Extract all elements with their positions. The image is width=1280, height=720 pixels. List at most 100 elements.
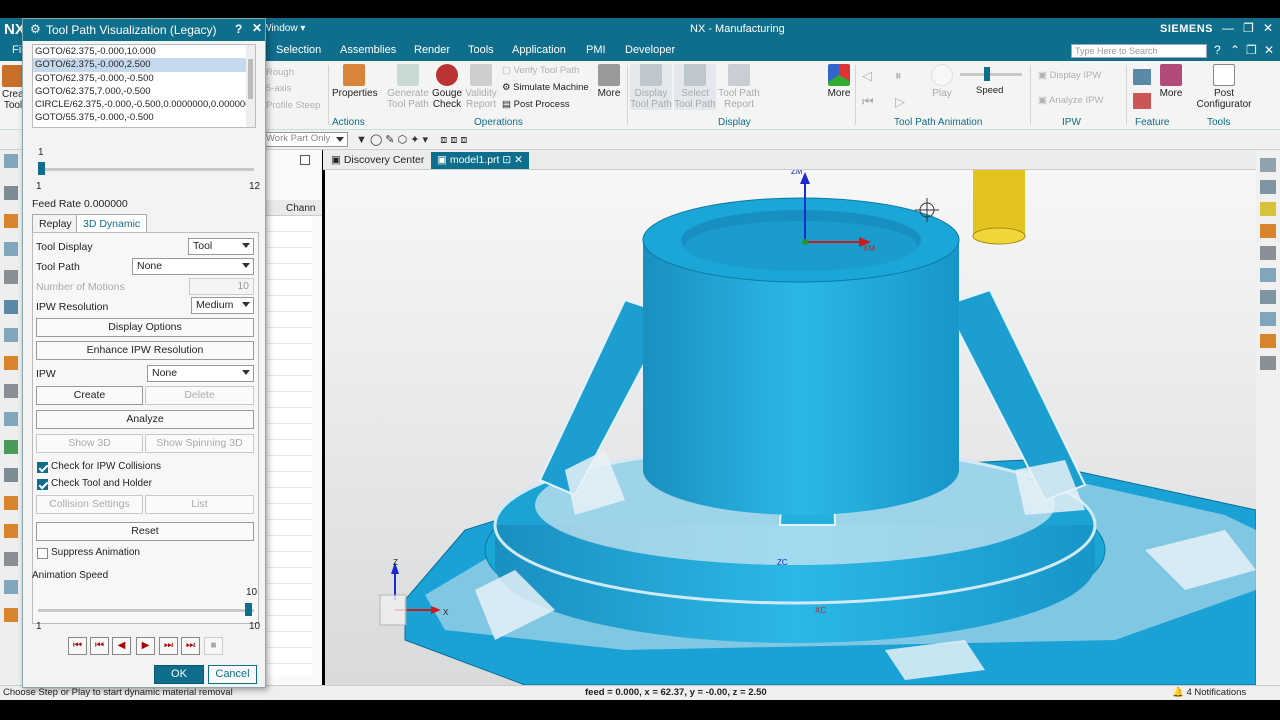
more-feature-button[interactable]: More bbox=[1156, 64, 1186, 99]
history-icon[interactable] bbox=[4, 356, 18, 370]
analyze-button[interactable]: Analyze bbox=[36, 410, 254, 429]
check-tool-holder-checkbox[interactable] bbox=[37, 479, 48, 490]
tab-discovery-center[interactable]: ▣ Discovery Center bbox=[325, 152, 430, 169]
machine-tool-navigator-icon[interactable] bbox=[4, 328, 18, 342]
graphics-viewport[interactable]: ZM XM ZC XC Z X bbox=[325, 170, 1256, 685]
simulate-machine-button[interactable]: ⚙ Simulate Machine bbox=[502, 82, 589, 93]
menu-developer[interactable]: Developer bbox=[625, 44, 675, 56]
list-scrollbar[interactable] bbox=[246, 45, 255, 127]
feature-icon[interactable] bbox=[1133, 69, 1151, 85]
list-item[interactable]: GOTO/55.375,-0.000,-0.500 bbox=[33, 111, 255, 124]
menu-application[interactable]: Application bbox=[512, 44, 566, 56]
orient-view-icon[interactable] bbox=[1260, 268, 1276, 282]
reset-button[interactable]: Reset bbox=[36, 522, 254, 541]
rewind-icon[interactable]: ⏮ bbox=[862, 94, 874, 110]
forward-icon[interactable]: ▷ bbox=[895, 94, 905, 110]
number-of-motions-field[interactable]: 10 bbox=[189, 278, 254, 295]
list-item[interactable]: GOTO/62.375,-0.000,-0.500 bbox=[33, 72, 255, 85]
menu-selection[interactable]: Selection bbox=[276, 44, 321, 56]
dialog-settings-icon[interactable]: ⚙ bbox=[30, 22, 41, 36]
teamcenter-icon[interactable] bbox=[4, 524, 18, 538]
speed-slider-thumb[interactable] bbox=[984, 67, 990, 81]
search-input[interactable]: Type Here to Search bbox=[1071, 44, 1207, 58]
enhance-ipw-resolution-button[interactable]: Enhance IPW Resolution bbox=[36, 341, 254, 360]
close-doc-icon[interactable]: ✕ bbox=[1264, 43, 1274, 57]
tab-model1[interactable]: ▣ model1.prt ⊡ ✕ bbox=[431, 152, 529, 169]
shaded-icon[interactable] bbox=[1260, 224, 1276, 238]
palette-icon[interactable] bbox=[4, 440, 18, 454]
step-slider[interactable] bbox=[38, 168, 254, 171]
selection-filter-dropdown[interactable]: Work Part Only bbox=[262, 132, 348, 147]
collapse-ribbon-icon[interactable]: ⌃ bbox=[1230, 43, 1240, 57]
list-item[interactable]: GOTO/62.375,-0.000,10.000 bbox=[33, 45, 255, 58]
list-item[interactable]: GOTO/62.375,7.000,-0.500 bbox=[33, 85, 255, 98]
display-options-button[interactable]: Display Options bbox=[36, 318, 254, 337]
material-icon[interactable] bbox=[1260, 334, 1276, 348]
select-tool-path-button[interactable]: Select Tool Path bbox=[674, 64, 716, 110]
operation-navigator-icon[interactable] bbox=[4, 300, 18, 314]
display-tool-path-button[interactable]: Display Tool Path bbox=[630, 64, 672, 110]
menu-tools[interactable]: Tools bbox=[468, 44, 494, 56]
restore-doc-icon[interactable]: ❐ bbox=[1246, 43, 1257, 57]
help-icon[interactable]: ? bbox=[1214, 43, 1221, 57]
rough-button[interactable]: Rough bbox=[266, 67, 294, 78]
more-operations-button[interactable]: More bbox=[592, 64, 626, 99]
menu-pmi[interactable]: PMI bbox=[586, 44, 606, 56]
feature-process-icon[interactable] bbox=[1133, 93, 1151, 109]
process-studio-icon[interactable] bbox=[4, 496, 18, 510]
previous-operation-icon[interactable]: ⏮ bbox=[90, 637, 109, 655]
analyze-ipw-button[interactable]: ▣ Analyze IPW bbox=[1038, 95, 1103, 106]
tool-display-dropdown[interactable]: Tool bbox=[188, 238, 254, 255]
wireframe-icon[interactable] bbox=[1260, 246, 1276, 260]
verify-tool-path-button[interactable]: ▢ Verify Tool Path bbox=[502, 65, 579, 76]
settings-icon[interactable] bbox=[4, 154, 18, 168]
properties-button[interactable]: Properties bbox=[332, 64, 378, 99]
pause-icon[interactable]: ⏸ bbox=[895, 68, 902, 84]
ok-button[interactable]: OK bbox=[154, 665, 204, 684]
list-button[interactable]: List bbox=[145, 495, 254, 514]
five-axis-button[interactable]: 5-axis bbox=[266, 83, 291, 94]
more-display-button[interactable]: More bbox=[822, 64, 856, 99]
post-process-button[interactable]: ▤ Post Process bbox=[502, 99, 570, 110]
step-back-icon[interactable]: ◁ bbox=[862, 68, 872, 84]
validity-report-button[interactable]: Validity Report bbox=[464, 64, 498, 110]
list-item-selected[interactable]: GOTO/62.375,-0.000,2.500 bbox=[33, 58, 255, 72]
snap-tools-icons[interactable]: ▼ ◯ ✎ ⬡ ✦ ▾ ⧈ ⧈ ⧈ bbox=[356, 133, 467, 147]
go-to-start-icon[interactable]: ⏮ bbox=[68, 637, 87, 655]
delete-button[interactable]: Delete bbox=[145, 386, 254, 405]
window-menu[interactable]: Window ▾ bbox=[262, 23, 305, 34]
show-spinning-3d-button[interactable]: Show Spinning 3D bbox=[145, 434, 254, 453]
notifications-button[interactable]: 🔔 4 Notifications bbox=[1172, 687, 1246, 698]
tool-path-report-button[interactable]: Tool Path Report bbox=[718, 64, 760, 110]
tab-replay[interactable]: Replay bbox=[32, 214, 79, 233]
minimize-icon[interactable]: — bbox=[1222, 21, 1234, 35]
roles-icon[interactable] bbox=[4, 384, 18, 398]
menu-assemblies[interactable]: Assemblies bbox=[340, 44, 396, 56]
animation-speed-slider[interactable] bbox=[38, 609, 254, 612]
display-ipw-button[interactable]: ▣ Display IPW bbox=[1038, 70, 1101, 81]
generate-tool-path-button[interactable]: Generate Tool Path bbox=[386, 64, 430, 110]
fit-icon[interactable] bbox=[1260, 312, 1276, 326]
dialog-close-icon[interactable]: ✕ bbox=[252, 21, 262, 35]
play-button[interactable]: Play bbox=[928, 64, 956, 99]
roles-palette-icon[interactable] bbox=[4, 580, 18, 594]
collision-settings-button[interactable]: Collision Settings bbox=[36, 495, 143, 514]
constraint-navigator-icon[interactable] bbox=[4, 242, 18, 256]
show-3d-button[interactable]: Show 3D bbox=[36, 434, 143, 453]
cancel-button[interactable]: Cancel bbox=[208, 665, 257, 684]
reuse-library-icon[interactable] bbox=[4, 270, 18, 284]
view-icon[interactable] bbox=[1260, 158, 1276, 172]
show-hide-icon[interactable] bbox=[1260, 180, 1276, 194]
check-ipw-collisions-checkbox[interactable] bbox=[37, 462, 48, 473]
hd3d-icon[interactable] bbox=[4, 608, 18, 622]
step-backward-icon[interactable]: ◀ bbox=[112, 637, 131, 655]
step-forward-icon[interactable]: ⏭ bbox=[159, 637, 178, 655]
gouge-check-button[interactable]: Gouge Check bbox=[430, 64, 464, 110]
suppress-animation-checkbox[interactable] bbox=[37, 548, 48, 559]
speed-slider[interactable] bbox=[960, 73, 1022, 76]
machining-knowledge-icon[interactable] bbox=[4, 552, 18, 566]
stop-icon[interactable]: ■ bbox=[204, 637, 223, 655]
go-to-end-icon[interactable]: ⏭ bbox=[181, 637, 200, 655]
menu-render[interactable]: Render bbox=[414, 44, 450, 56]
play-forward-icon[interactable]: ▶ bbox=[136, 637, 155, 655]
